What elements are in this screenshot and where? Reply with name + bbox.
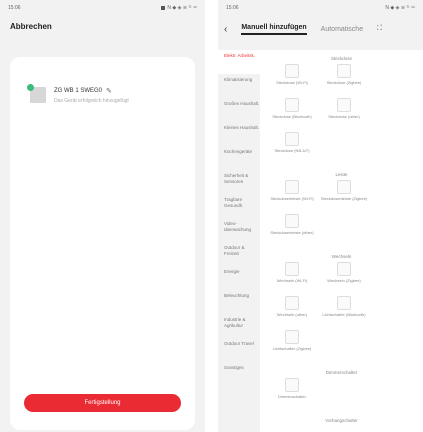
device-grid: Wechseln (Wi-Fi) Wechseln (Zigbee) Wechsel…: [260, 262, 423, 364]
top-bar: Abbrechen: [0, 16, 205, 36]
device-tile[interactable]: Steckdose (Wi-Fi): [266, 64, 318, 98]
device-label: Steckdosenleiste (Zigbee): [320, 196, 368, 201]
status-bar: 15:06 N ◆ ◈ ≋ ᵀᴵ ⁴⁶: [0, 0, 205, 16]
cancel-button[interactable]: Abbrechen: [10, 22, 52, 31]
device-icon: [285, 180, 299, 194]
device-tile[interactable]: Wechseln (other): [266, 296, 318, 330]
sidebar-item[interactable]: Beleuchtung: [218, 290, 260, 314]
device-tile[interactable]: Steckdose (Bluetooth): [266, 98, 318, 132]
section-title: Wechseln: [331, 254, 352, 259]
right-screen: 15:06 N ◆ ◈ ≋ ᵀᴵ ⁴⁶ ‹ Manuell hinzufügen…: [218, 0, 423, 432]
sidebar-item[interactable]: Outdoor & Freizeit: [218, 242, 260, 266]
device-icon: [337, 64, 351, 78]
notification-icon: [161, 6, 166, 10]
category-sidebar: Elektr. Arbeitsk. Klimatisierung Großes Ha…: [218, 50, 260, 432]
device-grid: Steckdose (Wi-Fi) Steckdose (Zigbee) Steck…: [260, 64, 423, 166]
status-time: 15:06: [226, 5, 239, 11]
device-tile[interactable]: Steckdose (NB-IoT): [266, 132, 318, 166]
device-tile[interactable]: Dimmerschalter: [266, 378, 318, 412]
sidebar-item[interactable]: Sicherheit & Sensoren: [218, 170, 260, 194]
sidebar-item[interactable]: Video-überwachung: [218, 218, 260, 242]
device-grid: Dimmerschalter: [260, 378, 423, 412]
device-label: Lichtschalter (Bluetooth): [322, 312, 366, 317]
section-title: Vorhangschalter: [325, 418, 358, 423]
device-list: Steckdose Steckdose (Wi-Fi) Steckdose (Zig…: [260, 50, 423, 432]
device-icon: [285, 64, 299, 78]
device-icon: [337, 98, 351, 112]
section-title: Dimmerschalter: [325, 370, 358, 375]
success-check-icon: [27, 84, 34, 91]
device-tile[interactable]: Lichtschalter (Zigbee): [266, 330, 318, 364]
sidebar-item[interactable]: Küchengeräte: [218, 146, 260, 170]
device-icon: [337, 296, 351, 310]
device-grid: Steckdosenleiste (Wi-Fi) Steckdosenleiste…: [260, 180, 423, 248]
device-label: Wechseln (Zigbee): [327, 278, 361, 283]
device-icon: [285, 132, 299, 146]
left-screen: 15:06 N ◆ ◈ ≋ ᵀᴵ ⁴⁶ Abbrechen ZG WB 1 SW…: [0, 0, 205, 432]
device-tile[interactable]: Steckdosenleiste (other): [266, 214, 318, 248]
device-label: Steckdose (NB-IoT): [274, 148, 310, 153]
device-icon: [285, 98, 299, 112]
device-label: Steckdose (Wi-Fi): [276, 80, 308, 85]
device-image: [27, 84, 46, 103]
sidebar-item[interactable]: Elektr. Arbeitsk.: [218, 50, 260, 74]
device-icon: [285, 296, 299, 310]
sidebar-item[interactable]: Sonstiges: [218, 362, 260, 386]
device-card: ZG WB 1 SWEG0 ✎ Das Gerät erfolgreich hi…: [10, 57, 195, 430]
device-label: Steckdose (Zigbee): [326, 80, 362, 85]
tab-manual[interactable]: Manuell hinzufügen: [241, 24, 307, 35]
device-tile[interactable]: Steckdosenleiste (Wi-Fi): [266, 180, 318, 214]
sidebar-item[interactable]: Industrie & Agrikultur: [218, 314, 260, 338]
device-name: ZG WB 1 SWEG0: [54, 88, 103, 94]
device-tile[interactable]: Steckdose (other): [318, 98, 370, 132]
device-label: Lichtschalter (Zigbee): [272, 346, 312, 351]
device-label: Steckdose (other): [328, 114, 360, 119]
scan-icon[interactable]: ⛶: [377, 25, 382, 33]
tab-auto[interactable]: Automatische: [321, 26, 363, 33]
device-icon: [285, 378, 299, 392]
edit-icon[interactable]: ✎: [106, 87, 112, 95]
status-bar: 15:06 N ◆ ◈ ≋ ᵀᴵ ⁴⁶: [218, 0, 423, 16]
device-label: Wechseln (other): [276, 312, 308, 317]
status-time: 15:06: [8, 5, 21, 11]
device-icon: [285, 214, 299, 228]
done-button[interactable]: Fertigstellung: [24, 394, 181, 412]
sidebar-item[interactable]: Energie: [218, 266, 260, 290]
device-label: Wechseln (Wi-Fi): [276, 278, 308, 283]
status-text: N ◆ ◈ ≋ ᵀᴵ ⁴⁶: [167, 5, 197, 11]
device-row: ZG WB 1 SWEG0 ✎ Das Gerät erfolgreich hi…: [27, 84, 129, 104]
device-icon: [285, 262, 299, 276]
device-subtitle: Das Gerät erfolgreich hinzugefügt: [54, 98, 129, 104]
sidebar-item[interactable]: Outdoor Travel: [218, 338, 260, 362]
device-tile[interactable]: Lichtschalter (Bluetooth): [318, 296, 370, 330]
device-label: Steckdose (Bluetooth): [272, 114, 312, 119]
device-icon: [337, 262, 351, 276]
device-tile[interactable]: Wechseln (Zigbee): [318, 262, 370, 296]
status-icons: N ◆ ◈ ≋ ᵀᴵ ⁴⁶: [161, 5, 197, 11]
sidebar-item[interactable]: Tragbare Gesundh.: [218, 194, 260, 218]
status-icons: N ◆ ◈ ≋ ᵀᴵ ⁴⁶: [385, 5, 415, 11]
device-label: Steckdosenleiste (other): [270, 230, 314, 235]
device-tile[interactable]: Wechseln (Wi-Fi): [266, 262, 318, 296]
status-text: N ◆ ◈ ≋ ᵀᴵ ⁴⁶: [385, 5, 415, 11]
section-title: Steckdose: [330, 56, 352, 61]
device-label: Steckdosenleiste (Wi-Fi): [270, 196, 314, 201]
device-icon: [285, 330, 299, 344]
sidebar-item[interactable]: Kleines Haushalt.: [218, 122, 260, 146]
sidebar-item[interactable]: Großes Haushalt.: [218, 98, 260, 122]
tab-bar: ‹ Manuell hinzufügen Automatische ⛶: [218, 16, 423, 42]
device-tile[interactable]: Steckdosenleiste (Zigbee): [318, 180, 370, 214]
device-label: Dimmerschalter: [277, 394, 306, 399]
sidebar-item[interactable]: Klimatisierung: [218, 74, 260, 98]
device-tile[interactable]: Steckdose (Zigbee): [318, 64, 370, 98]
section-title: Leiste: [335, 172, 348, 177]
back-icon[interactable]: ‹: [224, 24, 227, 35]
device-icon: [337, 180, 351, 194]
